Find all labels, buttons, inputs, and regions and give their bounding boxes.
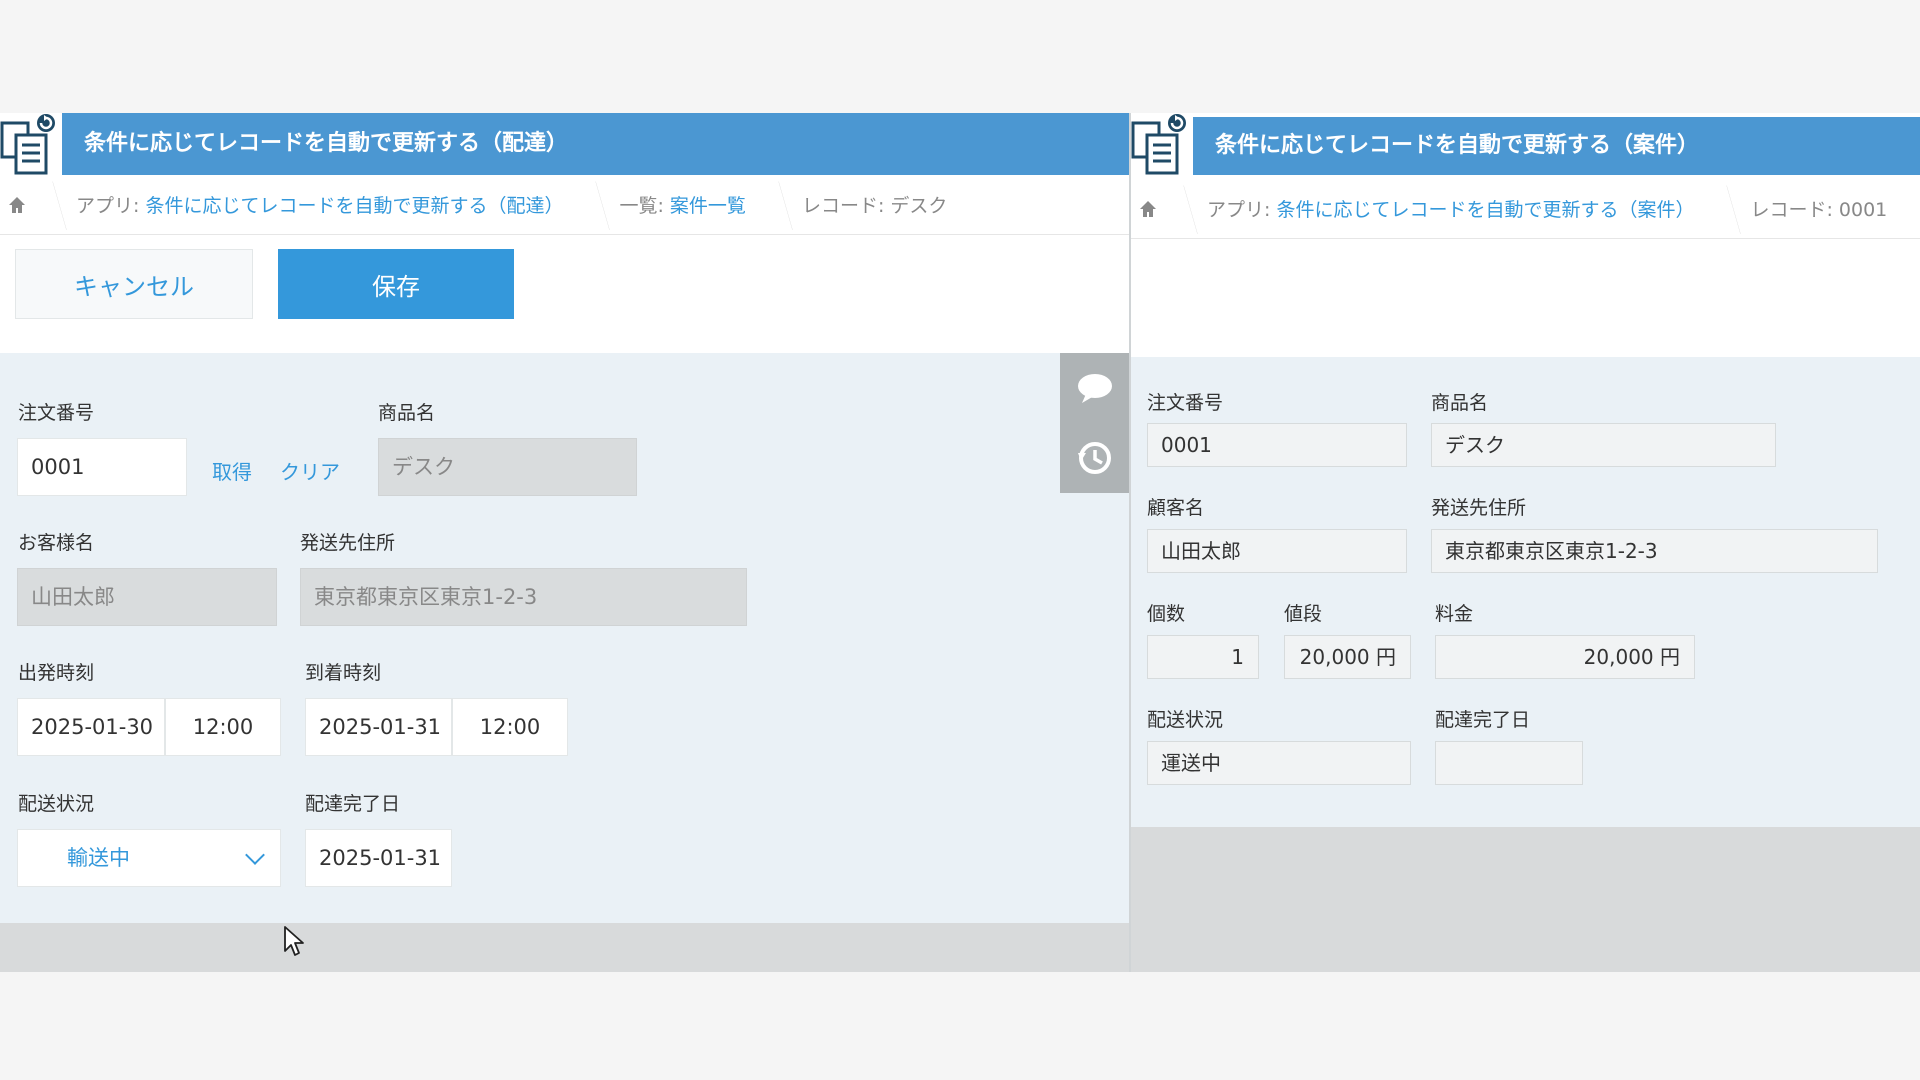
app-records-icon bbox=[0, 113, 62, 175]
status-select[interactable]: 輸送中 bbox=[17, 829, 281, 887]
breadcrumb-record: レコード: デスク bbox=[801, 195, 948, 217]
record-detail: 注文番号 0001 商品名 デスク 顧客名 山田太郎 発送先住所 東京都東京区東… bbox=[1131, 357, 1920, 827]
delivered-date-value bbox=[1435, 741, 1583, 785]
order-no-label: 注文番号 bbox=[1147, 392, 1224, 414]
delivery-record-pane: 条件に応じてレコードを自動で更新する（配達） アプリ: 条件に応じてレコードを自… bbox=[0, 113, 1130, 972]
home-icon[interactable] bbox=[0, 175, 34, 234]
product-value: デスク bbox=[1431, 423, 1776, 467]
status-label: 配送状況 bbox=[18, 793, 95, 815]
address-value: 東京都東京区東京1-2-3 bbox=[1431, 529, 1878, 573]
departure-label: 出発時刻 bbox=[18, 662, 95, 684]
app-header: 条件に応じてレコードを自動で更新する（配達） bbox=[0, 113, 1130, 175]
save-button[interactable]: 保存 bbox=[278, 249, 514, 319]
pane-footer bbox=[1131, 827, 1920, 972]
app-header: 条件に応じてレコードを自動で更新する（案件） bbox=[1131, 113, 1920, 175]
breadcrumb-separator bbox=[1712, 179, 1726, 238]
breadcrumb-app-link[interactable]: 条件に応じてレコードを自動で更新する（配達） bbox=[145, 195, 563, 217]
clear-link[interactable]: クリア bbox=[280, 456, 340, 485]
status-value: 運送中 bbox=[1147, 741, 1411, 785]
customer-label: お客様名 bbox=[18, 532, 95, 554]
breadcrumb-app[interactable]: アプリ: 条件に応じてレコードを自動で更新する（案件） bbox=[1193, 195, 1708, 222]
breadcrumb-app-link[interactable]: 条件に応じてレコードを自動で更新する（案件） bbox=[1276, 199, 1694, 221]
app-records-icon bbox=[1131, 113, 1193, 175]
arrival-date-input[interactable]: 2025-01-31 bbox=[305, 698, 452, 756]
pane-footer bbox=[0, 923, 1130, 972]
breadcrumb-app-prefix: アプリ: bbox=[1207, 199, 1277, 221]
comment-icon[interactable] bbox=[1060, 353, 1130, 423]
chevron-down-icon bbox=[245, 845, 265, 865]
breadcrumb-separator bbox=[764, 175, 778, 234]
address-label: 発送先住所 bbox=[300, 532, 396, 554]
breadcrumb-record: レコード: 0001 bbox=[1750, 199, 1888, 221]
delivered-date-input[interactable]: 2025-01-31 bbox=[305, 829, 452, 887]
breadcrumb-list-prefix: 一覧: bbox=[619, 195, 670, 217]
product-field: デスク bbox=[378, 438, 637, 496]
side-tools bbox=[1060, 353, 1130, 493]
breadcrumb: アプリ: 条件に応じてレコードを自動で更新する（案件） レコード: 0001 bbox=[1131, 179, 1920, 239]
quantity-value: 1 bbox=[1147, 635, 1259, 679]
order-no-value: 0001 bbox=[1147, 423, 1407, 467]
arrival-label: 到着時刻 bbox=[305, 662, 382, 684]
delivered-date-label: 配達完了日 bbox=[305, 793, 401, 815]
customer-value: 山田太郎 bbox=[1147, 529, 1407, 573]
breadcrumb: アプリ: 条件に応じてレコードを自動で更新する（配達） 一覧: 案件一覧 レコー… bbox=[0, 175, 1130, 235]
status-label: 配送状況 bbox=[1147, 709, 1224, 731]
app-title: 条件に応じてレコードを自動で更新する（配達） bbox=[62, 113, 1130, 175]
case-record-pane: 条件に応じてレコードを自動で更新する（案件） アプリ: 条件に応じてレコードを自… bbox=[1131, 113, 1920, 972]
fetch-link[interactable]: 取得 bbox=[212, 456, 252, 485]
fee-label: 料金 bbox=[1435, 603, 1474, 625]
status-select-value: 輸送中 bbox=[67, 846, 130, 870]
fee-value: 20,000 円 bbox=[1435, 635, 1695, 679]
price-value: 20,000 円 bbox=[1284, 635, 1411, 679]
customer-field: 山田太郎 bbox=[17, 568, 277, 626]
price-label: 値段 bbox=[1284, 603, 1323, 625]
breadcrumb-app[interactable]: アプリ: 条件に応じてレコードを自動で更新する（配達） bbox=[62, 191, 577, 218]
quantity-label: 個数 bbox=[1147, 603, 1186, 625]
delivered-date-label: 配達完了日 bbox=[1435, 709, 1531, 731]
breadcrumb-separator bbox=[581, 175, 595, 234]
breadcrumb-list[interactable]: 一覧: 案件一覧 bbox=[605, 191, 759, 218]
breadcrumb-app-prefix: アプリ: bbox=[76, 195, 146, 217]
address-field: 東京都東京区東京1-2-3 bbox=[300, 568, 747, 626]
product-label: 商品名 bbox=[1431, 392, 1489, 414]
address-label: 発送先住所 bbox=[1431, 497, 1527, 519]
history-icon[interactable] bbox=[1060, 423, 1130, 493]
arrival-time-input[interactable]: 12:00 bbox=[452, 698, 568, 756]
record-form: 注文番号 0001 取得 クリア 商品名 デスク お客様名 山田太郎 発送先住所… bbox=[0, 353, 1130, 923]
product-label: 商品名 bbox=[378, 402, 436, 424]
customer-label: 顧客名 bbox=[1147, 497, 1205, 519]
breadcrumb-separator bbox=[38, 175, 52, 234]
home-icon[interactable] bbox=[1131, 179, 1165, 238]
order-no-input[interactable]: 0001 bbox=[17, 438, 187, 496]
app-title: 条件に応じてレコードを自動で更新する（案件） bbox=[1193, 117, 1920, 175]
order-no-label: 注文番号 bbox=[18, 402, 95, 424]
mouse-cursor-icon bbox=[283, 925, 307, 957]
cancel-button[interactable]: キャンセル bbox=[15, 249, 253, 319]
departure-time-input[interactable]: 12:00 bbox=[165, 698, 281, 756]
departure-date-input[interactable]: 2025-01-30 bbox=[17, 698, 165, 756]
breadcrumb-separator bbox=[1169, 179, 1183, 238]
breadcrumb-list-link[interactable]: 案件一覧 bbox=[670, 195, 746, 217]
